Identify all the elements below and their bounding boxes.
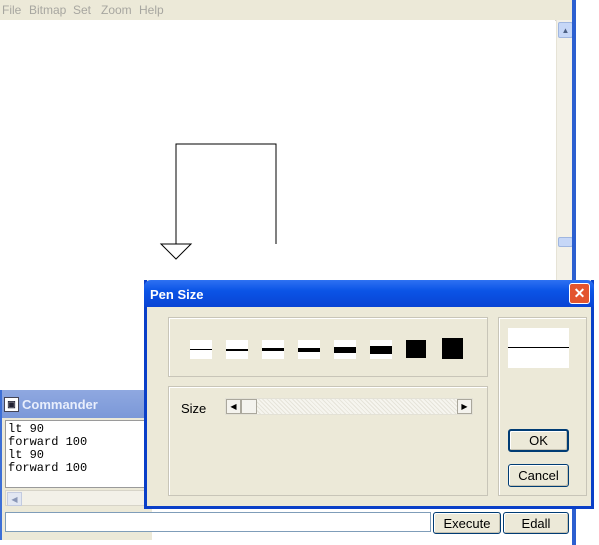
pen-size-dialog: Pen Size ✕ Size ◀ ▶ OK Cancel [144, 280, 594, 509]
menu-help[interactable]: Help [139, 3, 164, 17]
scroll-up-icon[interactable]: ▲ [558, 22, 573, 38]
execute-button[interactable]: Execute [433, 512, 501, 534]
pen-swatch-5[interactable] [334, 340, 356, 359]
pen-width-swatches [168, 317, 488, 377]
command-input[interactable] [5, 512, 431, 532]
commander-window: ▣ Commander lt 90 forward 100 lt 90 forw… [0, 390, 431, 540]
close-icon: ✕ [573, 285, 586, 301]
horizontal-scrollbar[interactable]: ◀ [5, 490, 152, 506]
menu-zoom[interactable]: Zoom [101, 3, 132, 17]
dialog-titlebar[interactable]: Pen Size ✕ [144, 280, 594, 307]
pen-swatch-1[interactable] [190, 340, 212, 359]
scroll-left-icon[interactable]: ◀ [7, 492, 22, 506]
pen-preview [508, 328, 569, 368]
pen-swatch-2[interactable] [226, 340, 248, 359]
cancel-button[interactable]: Cancel [508, 464, 569, 487]
close-button[interactable]: ✕ [569, 283, 590, 304]
pen-swatch-8[interactable] [442, 338, 463, 359]
commander-output-box[interactable]: lt 90 forward 100 lt 90 forward 100 [5, 420, 152, 488]
pen-swatch-6[interactable] [370, 340, 392, 359]
ok-button[interactable]: OK [508, 429, 569, 452]
size-scrollbar-thumb[interactable] [241, 399, 257, 414]
scrollbar-thumb[interactable] [558, 237, 573, 247]
edall-button[interactable]: Edall [503, 512, 569, 534]
commander-title: Commander [22, 397, 98, 412]
size-label: Size [181, 401, 207, 416]
menu-file[interactable]: File [2, 3, 21, 17]
size-scrollbar[interactable]: ◀ ▶ [225, 398, 473, 415]
output-line: forward 100 [8, 461, 88, 475]
vertical-scrollbar[interactable]: ▲ [556, 20, 573, 290]
preview-line [508, 347, 569, 348]
menu-set[interactable]: Set [73, 3, 91, 17]
dialog-title: Pen Size [150, 287, 204, 302]
pen-swatch-4[interactable] [298, 340, 320, 359]
pen-swatch-7[interactable] [406, 340, 426, 358]
commander-titlebar[interactable]: ▣ Commander [2, 390, 152, 418]
pen-swatch-3[interactable] [262, 340, 284, 359]
scroll-left-icon[interactable]: ◀ [226, 399, 241, 414]
menubar: File Bitmap Set Zoom Help [0, 0, 576, 21]
scroll-right-icon[interactable]: ▶ [457, 399, 472, 414]
turtle-icon [159, 243, 193, 260]
commander-app-icon: ▣ [4, 397, 19, 412]
size-group: Size ◀ ▶ [168, 386, 488, 496]
turtle-path [175, 143, 277, 244]
menu-bitmap[interactable]: Bitmap [29, 3, 66, 17]
